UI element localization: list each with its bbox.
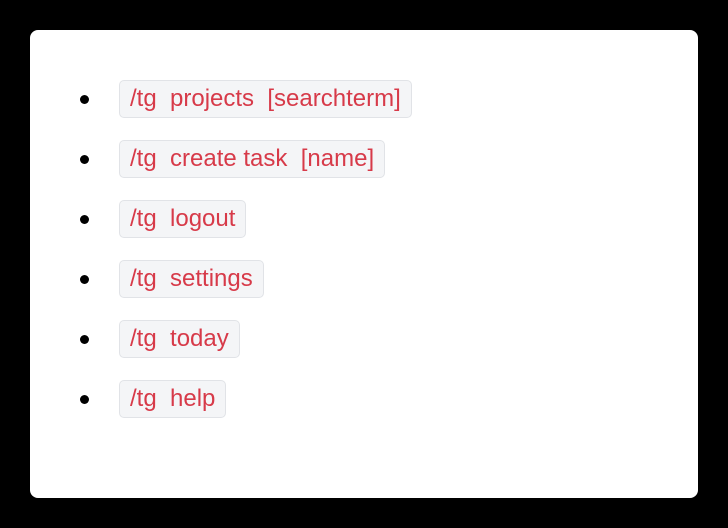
bullet-icon — [80, 215, 89, 224]
list-item: /tg create task [name] — [80, 140, 658, 178]
bullet-icon — [80, 395, 89, 404]
bullet-icon — [80, 155, 89, 164]
command-code: /tg today — [119, 320, 240, 358]
bullet-icon — [80, 275, 89, 284]
command-code: /tg settings — [119, 260, 264, 298]
command-list-card: /tg projects [searchterm] /tg create tas… — [30, 30, 698, 498]
list-item: /tg today — [80, 320, 658, 358]
bullet-icon — [80, 335, 89, 344]
command-list: /tg projects [searchterm] /tg create tas… — [80, 80, 658, 418]
command-code: /tg projects [searchterm] — [119, 80, 412, 118]
list-item: /tg help — [80, 380, 658, 418]
command-code: /tg help — [119, 380, 226, 418]
command-code: /tg create task [name] — [119, 140, 385, 178]
list-item: /tg settings — [80, 260, 658, 298]
command-code: /tg logout — [119, 200, 246, 238]
list-item: /tg logout — [80, 200, 658, 238]
list-item: /tg projects [searchterm] — [80, 80, 658, 118]
bullet-icon — [80, 95, 89, 104]
